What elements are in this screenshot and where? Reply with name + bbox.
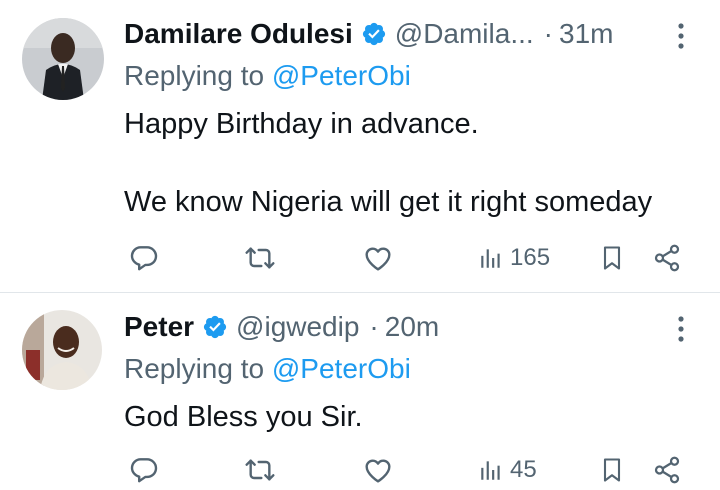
mention-link[interactable]: @PeterObi	[272, 60, 411, 91]
reply-button[interactable]	[128, 238, 160, 278]
user-handle[interactable]: @igwedip	[236, 311, 359, 343]
mention-link[interactable]: @PeterObi	[272, 353, 411, 384]
replying-to-line: Replying to @PeterObi	[124, 60, 411, 92]
retweet-button[interactable]	[244, 238, 276, 278]
views-button[interactable]: 45	[478, 450, 537, 490]
more-icon[interactable]	[674, 21, 688, 51]
share-button[interactable]	[652, 238, 682, 278]
timestamp[interactable]: 20m	[385, 311, 439, 343]
verified-badge-icon	[361, 21, 387, 47]
views-button[interactable]: 165	[478, 238, 550, 278]
views-count: 165	[510, 244, 551, 271]
more-icon[interactable]	[674, 314, 688, 344]
like-button[interactable]	[362, 238, 394, 278]
bookmark-icon	[598, 454, 626, 486]
bookmark-button[interactable]	[598, 450, 626, 490]
display-name[interactable]: Damilare Odulesi	[124, 18, 353, 50]
verified-badge-icon	[202, 314, 228, 340]
tweet-text-line: Happy Birthday in advance.	[124, 108, 479, 140]
tweet-header: Damilare Odulesi @Damila... · 31m	[124, 14, 613, 54]
retweet-icon	[244, 454, 276, 486]
reply-icon	[128, 454, 160, 486]
tweet-header: Peter @igwedip · 20m	[124, 307, 439, 347]
reply-button[interactable]	[128, 450, 160, 490]
retweet-icon	[244, 242, 276, 274]
display-name[interactable]: Peter	[124, 311, 194, 343]
replying-to-label: Replying to	[124, 353, 265, 384]
share-icon	[652, 243, 682, 273]
reply-tweet[interactable]: Damilare Odulesi @Damila... · 31m Replyi…	[0, 0, 720, 292]
like-button[interactable]	[362, 450, 394, 490]
separator-dot: ·	[543, 18, 553, 49]
avatar[interactable]	[22, 310, 102, 390]
replying-to-line: Replying to @PeterObi	[124, 353, 411, 385]
like-icon	[362, 454, 394, 486]
action-bar: 45	[0, 450, 720, 490]
separator-dot: ·	[369, 311, 379, 342]
tweet-text-line: God Bless you Sir.	[124, 401, 363, 433]
retweet-button[interactable]	[244, 450, 276, 490]
views-count: 45	[510, 456, 537, 483]
user-handle[interactable]: @Damila...	[395, 18, 534, 50]
bookmark-icon	[598, 242, 626, 274]
share-button[interactable]	[652, 450, 682, 490]
reply-tweet[interactable]: Peter @igwedip · 20m Replying to @PeterO…	[0, 293, 720, 490]
like-icon	[362, 242, 394, 274]
bookmark-button[interactable]	[598, 238, 626, 278]
tweet-text-line: We know Nigeria will get it right someda…	[124, 186, 653, 218]
replying-to-label: Replying to	[124, 60, 265, 91]
views-icon	[478, 245, 504, 271]
views-icon	[478, 457, 504, 483]
action-bar: 165	[0, 238, 720, 278]
share-icon	[652, 455, 682, 485]
timestamp[interactable]: 31m	[559, 18, 613, 50]
avatar[interactable]	[22, 18, 104, 100]
reply-icon	[128, 242, 160, 274]
